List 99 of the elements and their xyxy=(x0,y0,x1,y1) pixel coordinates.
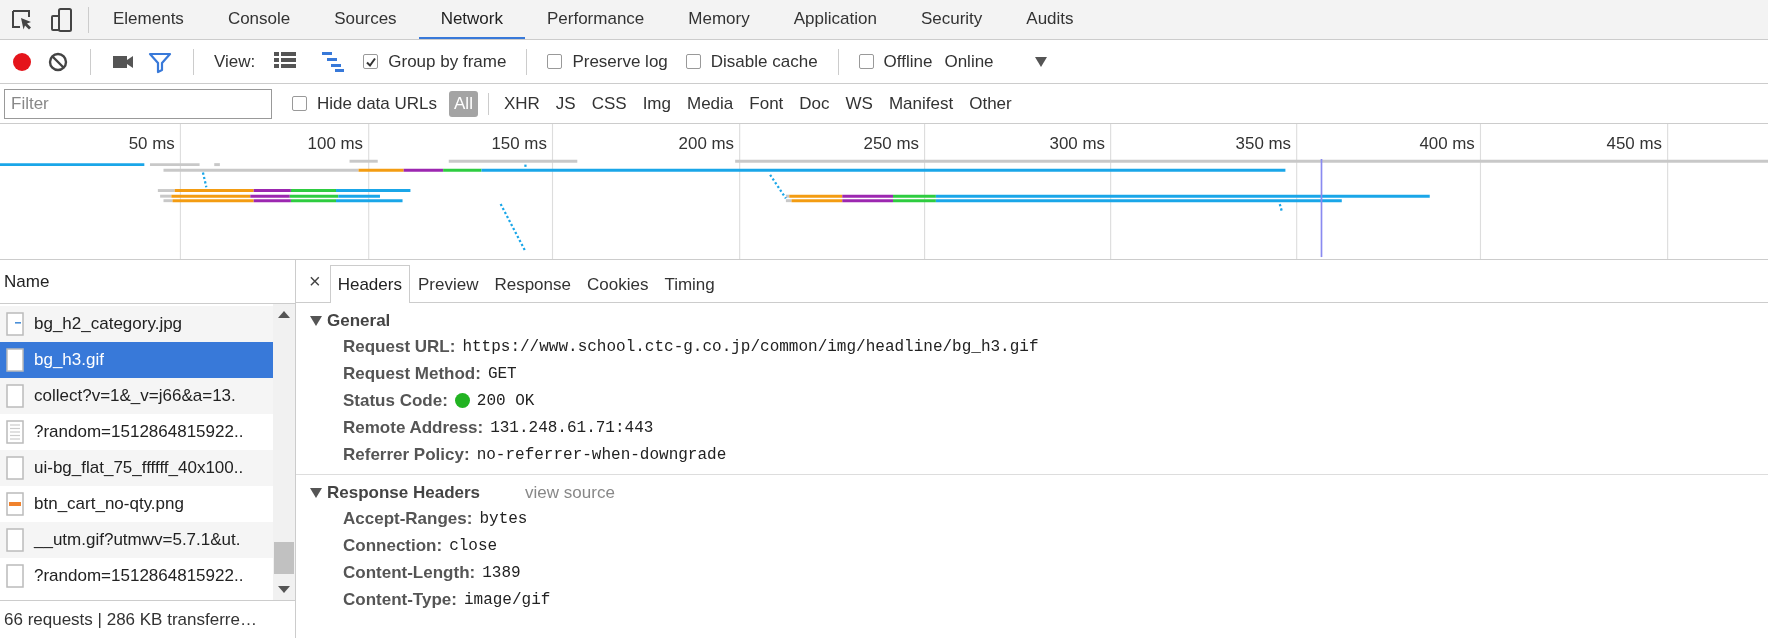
request-row[interactable]: ?random=1512864815922.. xyxy=(0,558,273,594)
header-value: bytes xyxy=(479,509,528,528)
header-value: image/gif xyxy=(463,590,551,609)
dropdown-arrow-icon[interactable] xyxy=(1033,55,1048,68)
file-icon xyxy=(6,564,24,588)
header-value: 200 OK xyxy=(476,391,535,410)
panel-tab[interactable]: Console xyxy=(205,0,313,39)
request-row[interactable]: bg_h3.gif xyxy=(0,342,273,378)
checkbox[interactable]: Group by frame xyxy=(363,51,507,72)
summary-text: 66 requests | 286 KB transferre… xyxy=(0,600,295,638)
time-tick-label: 100 ms xyxy=(307,133,364,153)
time-tick-label: 450 ms xyxy=(1606,133,1662,153)
close-button[interactable]: × xyxy=(300,269,330,293)
view-source-link[interactable]: view source xyxy=(525,483,615,503)
file-icon xyxy=(6,528,24,552)
header-name: Content-Type: xyxy=(343,589,457,610)
type-filter[interactable]: JS xyxy=(550,90,581,117)
throttling-select[interactable]: Online xyxy=(944,51,994,72)
panel-tab[interactable]: Elements xyxy=(91,0,206,39)
type-filter[interactable]: WS xyxy=(840,90,878,117)
type-filter[interactable]: Doc xyxy=(794,90,835,117)
header-value: GET xyxy=(487,364,517,383)
time-tick-label: 350 ms xyxy=(1235,133,1292,153)
panel-tab[interactable]: Application xyxy=(771,0,899,39)
device-icon[interactable] xyxy=(50,6,74,33)
scroll-up-icon[interactable] xyxy=(278,310,290,318)
request-row[interactable]: collect?v=1&_v=j66&a=13. xyxy=(0,378,273,414)
section-title[interactable]: General xyxy=(327,311,391,331)
request-name: bg_h3.gif xyxy=(34,350,104,370)
detail-tab[interactable]: Timing xyxy=(656,265,723,303)
type-filter[interactable]: Img xyxy=(637,90,676,117)
request-row[interactable]: bg_h2_category.jpg xyxy=(0,306,273,342)
header-name: Status Code: xyxy=(343,390,448,411)
view-label: View: xyxy=(214,51,256,72)
panel-tab[interactable]: Sources xyxy=(312,0,419,39)
file-icon xyxy=(6,348,24,372)
header-name: Connection: xyxy=(343,535,443,556)
section-title[interactable]: Response Headers xyxy=(327,483,481,503)
request-name: ui-bg_flat_75_ffffff_40x100.. xyxy=(34,458,244,478)
type-filter[interactable]: Media xyxy=(682,90,739,117)
time-tick-label: 400 ms xyxy=(1419,133,1475,153)
request-name: collect?v=1&_v=j66&a=13. xyxy=(34,386,236,406)
header-name: Content-Length: xyxy=(343,562,476,583)
detail-tab[interactable]: Preview xyxy=(409,265,487,303)
header-name: Referrer Policy: xyxy=(343,444,470,465)
panel-tab[interactable]: Network xyxy=(418,0,525,39)
filter-input[interactable]: Filter xyxy=(4,88,272,119)
time-tick-label: 200 ms xyxy=(678,133,735,153)
request-row[interactable]: ui-bg_flat_75_ffffff_40x100.. xyxy=(0,450,273,486)
panel-tab[interactable]: Audits xyxy=(1004,0,1096,39)
file-icon xyxy=(6,456,24,480)
detail-tab[interactable]: Response xyxy=(486,265,579,303)
request-row[interactable]: btn_cart_no-qty.png xyxy=(0,486,273,522)
scrollbar-thumb[interactable] xyxy=(274,542,294,574)
column-header[interactable]: Name xyxy=(0,260,295,304)
detail-tab[interactable]: Headers xyxy=(329,265,410,303)
panel-tab[interactable]: Memory xyxy=(666,0,772,39)
type-filter[interactable]: Other xyxy=(964,90,1017,117)
checkmark-icon xyxy=(364,55,377,68)
expanded-triangle-icon[interactable] xyxy=(310,315,322,327)
file-icon xyxy=(6,384,24,408)
type-filter[interactable]: CSS xyxy=(586,90,632,117)
type-filter[interactable]: XHR xyxy=(498,90,545,117)
time-tick-label: 300 ms xyxy=(1049,133,1105,153)
expanded-triangle-icon[interactable] xyxy=(310,487,322,499)
scroll-down-icon[interactable] xyxy=(278,586,290,594)
file-icon xyxy=(6,420,24,444)
detail-tab[interactable]: Cookies xyxy=(579,265,657,303)
time-tick-label: 50 ms xyxy=(128,133,175,153)
header-name: Request URL: xyxy=(343,336,456,357)
header-value: close xyxy=(449,536,498,555)
time-tick-label: 150 ms xyxy=(491,133,547,153)
header-value: 131.248.61.71:443 xyxy=(490,418,654,437)
panel-tab[interactable]: Performance xyxy=(525,0,667,39)
request-name: ?random=1512864815922.. xyxy=(34,422,244,442)
panel-tab[interactable]: Security xyxy=(898,0,1005,39)
header-name: Request Method: xyxy=(343,363,481,384)
header-value: 1389 xyxy=(482,563,521,582)
header-name: Remote Address: xyxy=(343,417,484,438)
header-name: Accept-Ranges: xyxy=(343,508,473,529)
request-row[interactable]: __utm.gif?utmwv=5.7.1&ut. xyxy=(0,522,273,558)
request-name: btn_cart_no-qty.png xyxy=(34,494,184,514)
checkbox[interactable]: Disable cache xyxy=(685,51,818,72)
type-filter[interactable]: Manifest xyxy=(883,90,959,117)
request-name: bg_h2_category.jpg xyxy=(34,314,183,334)
request-name: ?random=1512864815922.. xyxy=(34,566,244,586)
request-name: __utm.gif?utmwv=5.7.1&ut. xyxy=(34,530,241,550)
file-icon xyxy=(6,312,24,336)
checkbox[interactable]: Hide data URLs xyxy=(292,93,437,114)
file-icon xyxy=(6,492,24,516)
request-row[interactable]: ?random=1512864815922.. xyxy=(0,414,273,450)
header-value: https://www.school.ctc-g.co.jp/common/img/headline/bg_h3.gif xyxy=(462,337,1039,356)
type-filter[interactable]: Font xyxy=(744,90,789,117)
header-value: no-referrer-when-downgrade xyxy=(476,445,727,464)
scrollbar[interactable] xyxy=(273,304,295,600)
checkbox[interactable]: Preserve log xyxy=(547,51,668,72)
checkbox[interactable]: Offline xyxy=(858,51,933,72)
time-tick-label: 250 ms xyxy=(863,133,919,153)
inspect-icon[interactable] xyxy=(10,7,34,32)
